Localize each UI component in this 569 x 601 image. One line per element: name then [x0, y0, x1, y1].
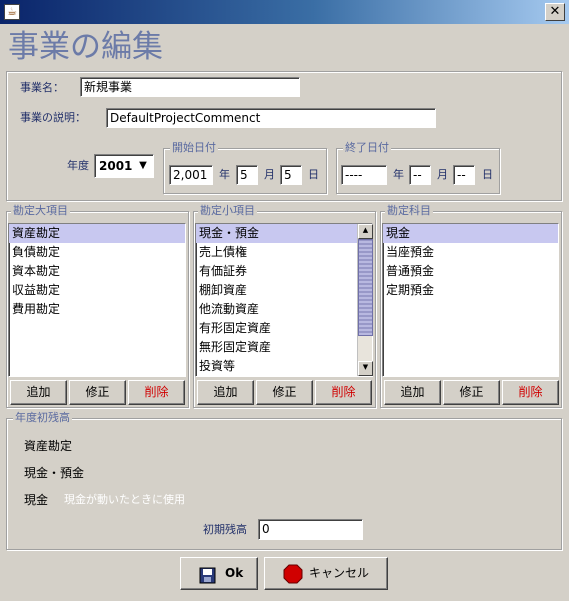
accounts-add-button[interactable]: 追加 — [384, 380, 441, 405]
list-item[interactable]: 現金・預金 — [196, 224, 372, 243]
major-delete-button[interactable]: 削除 — [128, 380, 185, 405]
year-label: 年度 — [67, 159, 89, 172]
title-bar — [0, 0, 569, 24]
account-note-text: 現金が動いたときに使用 — [64, 493, 185, 506]
accounts-legend: 勘定科目 — [385, 204, 433, 218]
list-item[interactable]: 投資等 — [196, 357, 372, 376]
accounts-edit-button[interactable]: 修正 — [443, 380, 500, 405]
end-month-unit: 月 — [437, 168, 448, 181]
list-item[interactable]: 当座預金 — [383, 243, 558, 262]
major-items-legend: 勘定大項目 — [11, 204, 70, 218]
ok-button[interactable]: Ok — [180, 557, 258, 590]
major-add-button[interactable]: 追加 — [10, 380, 67, 405]
end-day-field[interactable]: -- — [453, 165, 475, 185]
list-item[interactable]: 負債勘定 — [9, 243, 185, 262]
minor-add-button[interactable]: 追加 — [197, 380, 254, 405]
selected-minor-text: 現金・預金 — [24, 466, 85, 480]
close-icon: ✕ — [549, 4, 561, 19]
minor-delete-button[interactable]: 削除 — [315, 380, 372, 405]
opening-balance-legend: 年度初残高 — [13, 411, 72, 425]
list-item[interactable]: 定期預金 — [383, 281, 558, 300]
scroll-up-button[interactable]: ▲ — [358, 224, 373, 239]
start-year-unit: 年 — [219, 168, 230, 181]
year-select[interactable]: 2001 ▼ — [94, 154, 154, 178]
cancel-button-label: キャンセル — [309, 566, 370, 580]
list-item[interactable]: 無形固定資産 — [196, 338, 372, 357]
chevron-down-icon: ▼ — [139, 160, 147, 171]
end-year-unit: 年 — [393, 168, 404, 181]
minor-items-legend: 勘定小項目 — [198, 204, 257, 218]
page-title: 事業の編集 — [8, 29, 163, 65]
balance-field[interactable]: 0 — [258, 519, 363, 540]
major-items-list[interactable]: 資産勘定 負債勘定 資本勘定 収益勘定 費用勘定 — [8, 223, 186, 377]
minor-edit-button[interactable]: 修正 — [256, 380, 313, 405]
start-date-legend: 開始日付 — [170, 141, 218, 155]
arrow-up-icon: ▲ — [362, 226, 369, 234]
start-day-field[interactable]: 5 — [280, 165, 302, 185]
stop-icon — [283, 564, 303, 584]
list-item[interactable]: 収益勘定 — [9, 281, 185, 300]
list-item[interactable]: 売上債権 — [196, 243, 372, 262]
list-item[interactable]: 棚卸資産 — [196, 281, 372, 300]
end-date-legend: 終了日付 — [343, 141, 391, 155]
accounts-list[interactable]: 現金 当座預金 普通預金 定期預金 — [382, 223, 559, 377]
minor-list-scrollbar[interactable]: ▲ ▼ — [357, 224, 373, 376]
minor-items-list[interactable]: 現金・預金 売上債権 有価証券 棚卸資産 他流動資産 有形固定資産 無形固定資産… — [195, 223, 373, 377]
list-item[interactable]: 普通預金 — [383, 262, 558, 281]
year-select-value: 2001 — [99, 159, 133, 173]
start-month-unit: 月 — [264, 168, 275, 181]
balance-label: 初期残高 — [203, 523, 247, 536]
selected-major-text: 資産勘定 — [24, 439, 73, 453]
end-month-field[interactable]: -- — [409, 165, 431, 185]
list-item[interactable]: 費用勘定 — [9, 300, 185, 319]
app-icon: ☕ — [4, 4, 20, 20]
end-day-unit: 日 — [482, 168, 493, 181]
start-day-unit: 日 — [308, 168, 319, 181]
scroll-down-button[interactable]: ▼ — [358, 361, 373, 376]
list-item[interactable]: 有価証券 — [196, 262, 372, 281]
list-item[interactable]: 他流動資産 — [196, 300, 372, 319]
list-item[interactable]: 資産勘定 — [9, 224, 185, 243]
selected-account-text: 現金 — [24, 493, 49, 507]
scroll-thumb[interactable] — [358, 239, 373, 336]
start-month-field[interactable]: 5 — [236, 165, 258, 185]
close-button[interactable]: ✕ — [545, 3, 565, 21]
name-label: 事業名： — [20, 81, 64, 94]
list-item[interactable]: 資本勘定 — [9, 262, 185, 281]
start-year-field[interactable]: 2,001 — [169, 165, 213, 185]
arrow-down-icon: ▼ — [362, 363, 369, 371]
list-item[interactable]: 有形固定資産 — [196, 319, 372, 338]
end-year-field[interactable]: ---- — [341, 165, 387, 185]
list-item[interactable]: 現金 — [383, 224, 558, 243]
accounts-delete-button[interactable]: 削除 — [502, 380, 559, 405]
save-icon — [199, 565, 216, 584]
cancel-button[interactable]: キャンセル — [264, 557, 388, 590]
description-field[interactable]: DefaultProjectCommenct — [106, 108, 436, 128]
name-field[interactable]: 新規事業 — [80, 77, 300, 97]
major-edit-button[interactable]: 修正 — [69, 380, 126, 405]
ok-button-label: Ok — [225, 566, 244, 580]
description-label: 事業の説明： — [20, 111, 86, 124]
